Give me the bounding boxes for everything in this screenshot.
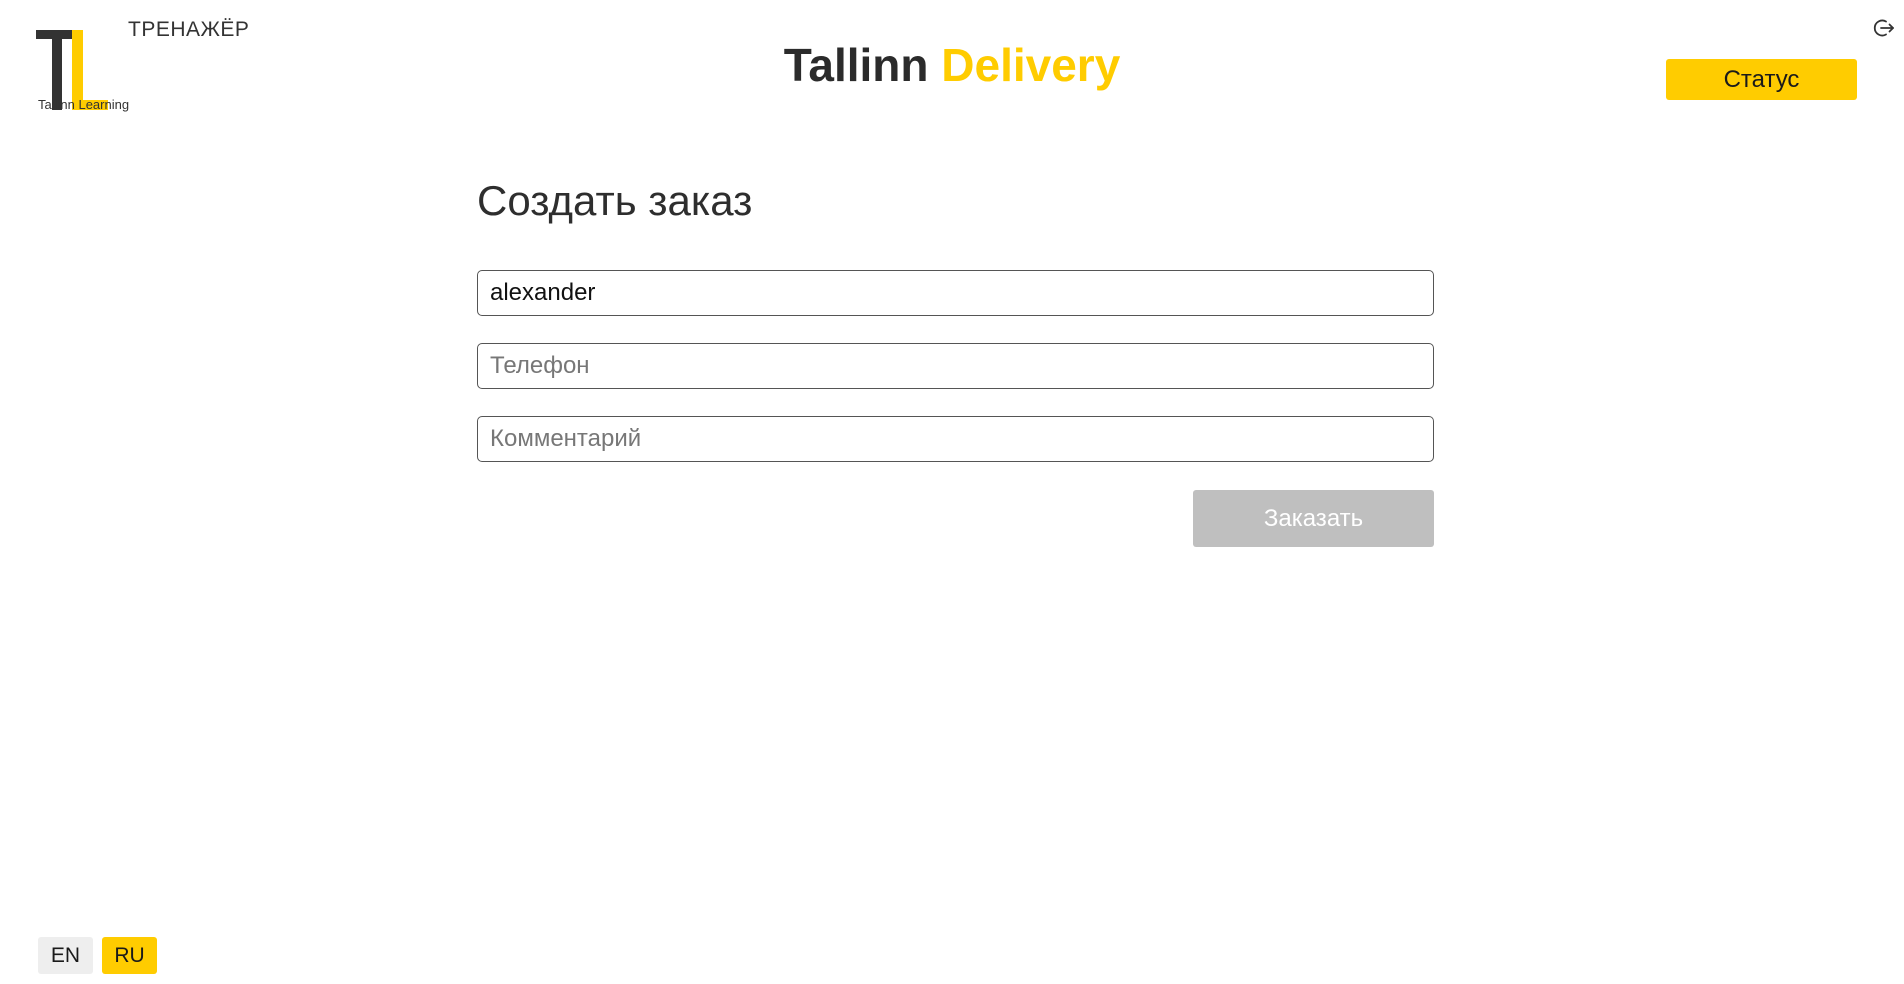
status-button[interactable]: Статус: [1666, 59, 1857, 100]
order-form: Создать заказ Заказать: [477, 176, 1434, 547]
language-switcher: EN RU: [38, 937, 157, 974]
name-input[interactable]: [477, 270, 1434, 316]
logo-company-name: Tallinn Learning: [38, 97, 130, 112]
order-submit-button[interactable]: Заказать: [1193, 490, 1434, 547]
page: ТРЕНАЖЁР Tallinn Learning Tallinn Delive…: [0, 0, 1904, 984]
phone-input[interactable]: [477, 343, 1434, 389]
comment-input[interactable]: [477, 416, 1434, 462]
logout-icon[interactable]: [1873, 17, 1895, 39]
form-title: Создать заказ: [477, 177, 753, 224]
app-title-part1: Tallinn: [783, 39, 929, 91]
app-title-part2: Delivery: [941, 39, 1121, 91]
language-en-button[interactable]: EN: [38, 937, 93, 974]
app-title: Tallinn Delivery: [0, 38, 1904, 92]
language-ru-button[interactable]: RU: [102, 937, 157, 974]
